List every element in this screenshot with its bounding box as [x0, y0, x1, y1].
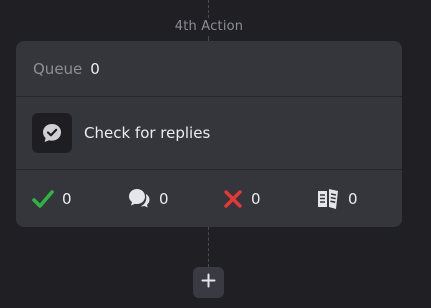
stat-success-count: 0	[62, 189, 72, 208]
queue-label: Queue	[33, 59, 83, 78]
document-stack-icon	[316, 188, 340, 210]
action-card[interactable]: Queue 0 Check for replies 0 0 0 0	[16, 41, 402, 227]
add-action-button[interactable]	[193, 267, 224, 298]
stat-replied[interactable]: 0	[127, 170, 169, 227]
plus-icon	[201, 273, 216, 292]
stat-other[interactable]: 0	[316, 170, 358, 227]
stat-failed-count: 0	[251, 189, 261, 208]
checkmark-icon	[32, 189, 54, 209]
workflow-canvas: 4th Action Queue 0 Check for replies 0 0…	[0, 0, 431, 308]
stat-success[interactable]: 0	[32, 170, 72, 227]
x-icon	[223, 189, 243, 209]
task-label: Check for replies	[84, 124, 211, 142]
queue-count: 0	[90, 59, 100, 78]
chat-bubbles-icon	[127, 188, 151, 210]
connector-line-top	[208, 0, 209, 18]
queue-row: Queue 0	[16, 41, 402, 97]
task-row[interactable]: Check for replies	[16, 97, 402, 170]
chat-bubble-check-icon	[32, 113, 72, 153]
action-step-label: 4th Action	[174, 19, 244, 34]
stat-replied-count: 0	[159, 189, 169, 208]
stat-other-count: 0	[348, 189, 358, 208]
connector-line-bottom	[208, 227, 209, 267]
stats-row: 0 0 0 0	[16, 170, 402, 227]
stat-failed[interactable]: 0	[223, 170, 261, 227]
